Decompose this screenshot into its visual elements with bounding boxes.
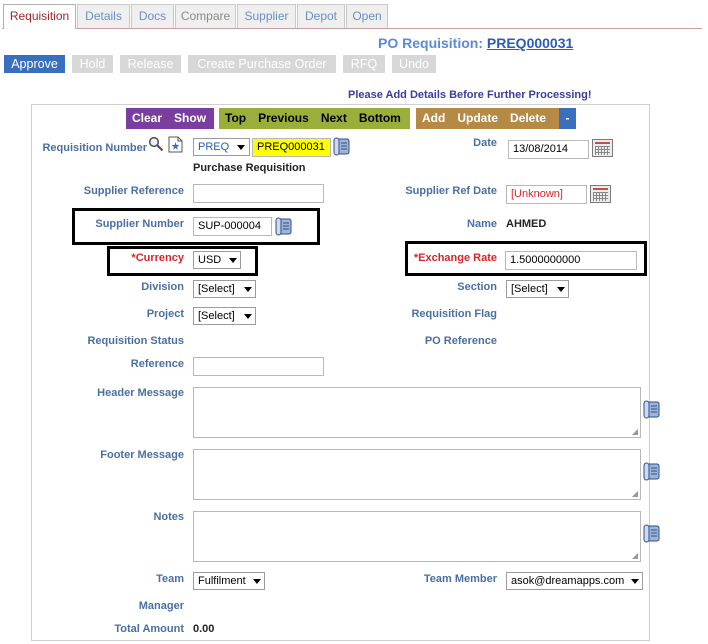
requisition-prefix-value: PREQ <box>198 141 230 153</box>
team-label: Team <box>156 573 184 585</box>
chevron-down-icon <box>244 314 252 319</box>
po-reference-label: PO Reference <box>424 335 497 347</box>
team-select[interactable]: Fulfilment <box>193 572 265 590</box>
section-label: Section <box>457 281 497 293</box>
supplier-ref-date-label: Supplier Ref Date <box>405 185 497 197</box>
notes-label: Notes <box>153 511 184 523</box>
division-label: Division <box>141 281 184 293</box>
toolbar-group-navigation: Top Previous Next Bottom <box>219 108 410 129</box>
scroll-lookup-icon[interactable] <box>643 400 662 419</box>
new-document-icon[interactable] <box>168 136 183 153</box>
total-amount-label: Total Amount <box>114 623 184 635</box>
po-number-link[interactable]: PREQ000031 <box>487 35 573 51</box>
rfq-button[interactable]: RFQ <box>343 55 385 73</box>
reference-field[interactable] <box>193 357 324 376</box>
add-button[interactable]: Add <box>416 108 451 129</box>
team-value: Fulfilment <box>198 575 246 587</box>
create-purchase-order-button[interactable]: Create Purchase Order <box>188 55 336 73</box>
clear-button[interactable]: Clear <box>126 108 168 129</box>
tab-supplier[interactable]: Supplier <box>237 4 296 28</box>
requisition-number-label: Requisition Number <box>42 142 147 154</box>
page-title-prefix: PO Requisition: <box>378 35 483 51</box>
date-label: Date <box>473 137 497 149</box>
requisition-prefix-select[interactable]: PREQ <box>193 138 250 156</box>
release-button[interactable]: Release <box>120 55 181 73</box>
resize-grip-icon[interactable]: ◢ <box>632 427 638 436</box>
footer-message-label: Footer Message <box>100 449 184 461</box>
supplier-name-value: AHMED <box>506 218 547 230</box>
supplier-ref-date-field[interactable]: [Unknown] <box>506 185 587 204</box>
chevron-down-icon <box>557 287 565 292</box>
hold-button[interactable]: Hold <box>72 55 113 73</box>
requisition-type: Purchase Requisition <box>193 162 306 174</box>
project-select[interactable]: [Select] <box>193 307 256 325</box>
exchange-rate-label: *Exchange Rate <box>413 252 497 264</box>
team-member-value: asok@dreamapps.com <box>511 575 625 587</box>
tab-details[interactable]: Details <box>77 4 130 28</box>
requisition-status-label: Requisition Status <box>87 335 184 347</box>
show-button[interactable]: Show <box>168 108 212 129</box>
division-value: [Select] <box>198 283 235 295</box>
collapse-button[interactable]: - <box>559 108 576 129</box>
calendar-icon[interactable] <box>590 185 611 203</box>
scroll-lookup-icon[interactable] <box>333 137 352 156</box>
search-icon[interactable] <box>148 136 164 152</box>
total-amount-value: 0.00 <box>193 623 215 635</box>
project-value: [Select] <box>198 310 235 322</box>
currency-select[interactable]: USD <box>193 251 241 269</box>
toolbar-group-view: Clear Show <box>126 108 214 129</box>
chevron-down-icon <box>244 287 252 292</box>
tab-docs[interactable]: Docs <box>131 4 174 28</box>
approve-button[interactable]: Approve <box>4 55 65 73</box>
resize-grip-icon[interactable]: ◢ <box>632 489 638 498</box>
chevron-down-icon <box>631 579 639 584</box>
supplier-reference-field[interactable] <box>193 184 324 203</box>
tab-compare[interactable]: Compare <box>175 4 236 28</box>
tab-open[interactable]: Open <box>346 4 388 28</box>
header-message-label: Header Message <box>97 387 184 399</box>
next-button[interactable]: Next <box>315 108 353 129</box>
team-member-label: Team Member <box>423 573 497 585</box>
tab-divider <box>2 28 702 29</box>
project-label: Project <box>146 308 184 320</box>
calendar-icon[interactable] <box>592 139 613 157</box>
undo-button[interactable]: Undo <box>392 55 436 73</box>
notes-textarea[interactable]: ◢ <box>193 511 641 562</box>
scroll-lookup-icon[interactable] <box>643 524 662 543</box>
currency-label: *Currency <box>131 252 184 264</box>
resize-grip-icon[interactable]: ◢ <box>632 551 638 560</box>
footer-message-textarea[interactable]: ◢ <box>193 449 641 500</box>
chevron-down-icon <box>253 579 261 584</box>
section-value: [Select] <box>511 283 548 295</box>
reference-label: Reference <box>130 358 184 370</box>
team-member-select[interactable]: asok@dreamapps.com <box>506 572 643 590</box>
tab-depot[interactable]: Depot <box>297 4 345 28</box>
page-title: PO Requisition: PREQ000031 <box>378 35 573 51</box>
exchange-rate-field[interactable]: 1.5000000000 <box>505 251 637 270</box>
section-select[interactable]: [Select] <box>506 280 569 298</box>
supplier-number-field[interactable]: SUP-000004 <box>193 217 272 236</box>
division-select[interactable]: [Select] <box>193 280 256 298</box>
requisition-flag-label: Requisition Flag <box>411 308 497 320</box>
scroll-lookup-icon[interactable] <box>275 217 294 236</box>
requisition-number-field[interactable]: PREQ000031 <box>252 138 331 157</box>
top-button[interactable]: Top <box>219 108 252 129</box>
processing-notice: Please Add Details Before Further Proces… <box>348 89 592 101</box>
scroll-lookup-icon[interactable] <box>643 462 662 481</box>
delete-button[interactable]: Delete <box>504 108 552 129</box>
manager-label: Manager <box>138 600 184 612</box>
toolbar-group-edit: Add Update Delete <box>416 108 559 129</box>
supplier-reference-label: Supplier Reference <box>83 185 184 197</box>
bottom-button[interactable]: Bottom <box>353 108 407 129</box>
update-button[interactable]: Update <box>451 108 504 129</box>
header-message-textarea[interactable]: ◢ <box>193 387 641 438</box>
date-field[interactable]: 13/08/2014 <box>508 140 589 159</box>
chevron-down-icon <box>229 258 237 263</box>
supplier-number-label: Supplier Number <box>95 218 184 230</box>
currency-value: USD <box>198 254 222 266</box>
previous-button[interactable]: Previous <box>252 108 315 129</box>
chevron-down-icon <box>237 145 245 150</box>
name-label: Name <box>467 218 497 230</box>
tab-requisition[interactable]: Requisition <box>3 4 76 29</box>
